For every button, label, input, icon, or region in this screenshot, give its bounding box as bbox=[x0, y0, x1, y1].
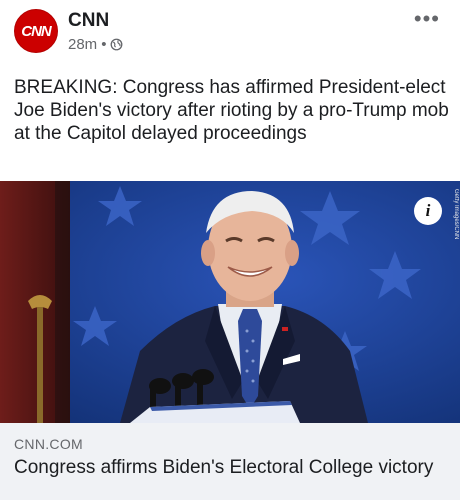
avatar-logo-text: CNN bbox=[21, 22, 51, 40]
meta-separator: • bbox=[101, 36, 107, 53]
page-avatar[interactable]: CNN bbox=[14, 9, 58, 53]
globe-icon bbox=[111, 38, 123, 51]
link-preview[interactable]: CNN.COM Congress affirms Biden's Elector… bbox=[0, 423, 460, 500]
link-domain: CNN.COM bbox=[14, 436, 83, 452]
link-title[interactable]: Congress affirms Biden's Electoral Colle… bbox=[14, 456, 450, 479]
image-info-button[interactable]: i bbox=[414, 197, 442, 225]
speaker-at-podium-photo bbox=[0, 181, 460, 423]
post-timestamp[interactable]: 28m bbox=[68, 36, 97, 53]
post-text: BREAKING: Congress has affirmed Presiden… bbox=[14, 77, 449, 144]
post-image[interactable]: i Getty Images/CNN bbox=[0, 181, 460, 423]
image-credit: Getty Images/CNN bbox=[453, 189, 459, 240]
post-header: CNN CNN 28m • ••• bbox=[0, 0, 460, 68]
post-meta: 28m • bbox=[68, 36, 123, 53]
page-name[interactable]: CNN bbox=[68, 10, 109, 32]
more-options-button[interactable]: ••• bbox=[414, 6, 440, 32]
